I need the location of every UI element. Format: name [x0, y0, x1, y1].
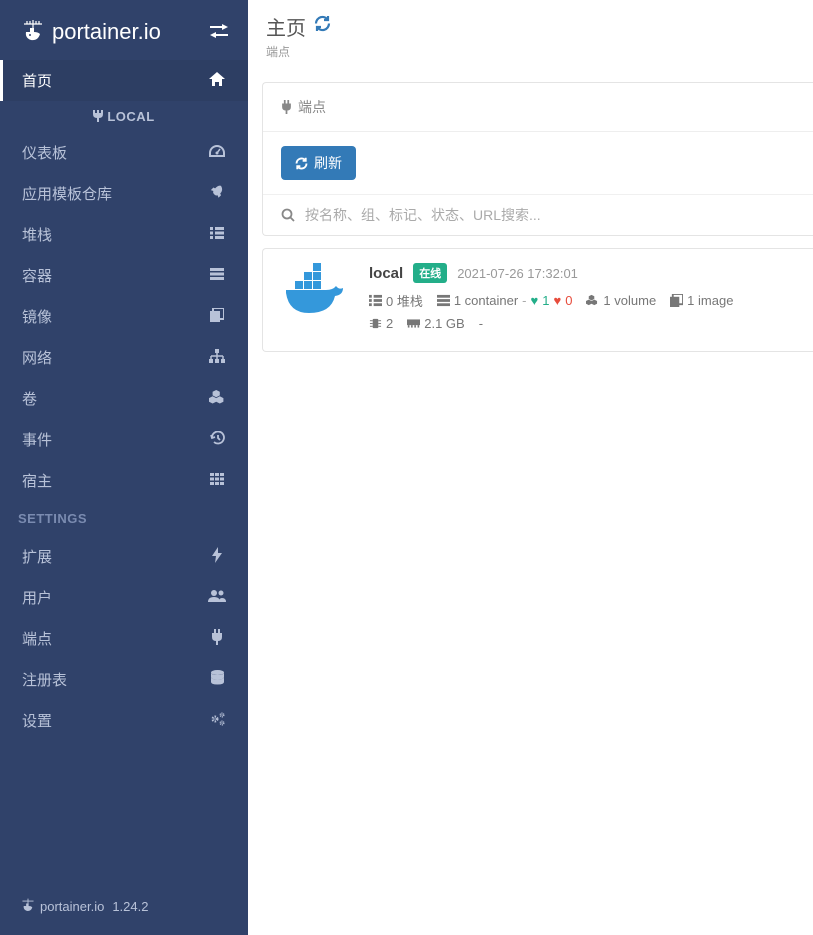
sidebar-section-local: LOCAL — [0, 101, 248, 132]
database-icon — [208, 670, 226, 689]
history-icon — [208, 431, 226, 449]
endpoints-panel: 端点 刷新 — [262, 82, 813, 236]
stat-cpus: 2 — [369, 316, 393, 331]
plug-icon — [208, 629, 226, 649]
cogs-icon — [208, 712, 226, 730]
sidebar-item-label: 网络 — [22, 347, 52, 368]
sidebar-item-images[interactable]: 镜像 — [0, 296, 248, 337]
sidebar-item-label: 注册表 — [22, 669, 67, 690]
bolt-icon — [208, 547, 226, 567]
users-icon — [208, 589, 226, 606]
page-subtitle: 端点 — [266, 43, 795, 60]
search-row — [263, 194, 813, 235]
th-icon — [208, 472, 226, 489]
panel-title: 端点 — [298, 97, 326, 117]
stat-containers: 1 container - ♥1 ♥0 — [437, 293, 573, 308]
footer-logo[interactable]: portainer.io — [20, 897, 104, 915]
sidebar-item-host[interactable]: 宿主 — [0, 460, 248, 501]
sidebar-item-label: 镜像 — [22, 306, 52, 327]
page-header: 主页 端点 — [248, 0, 813, 68]
sidebar-item-label: 扩展 — [22, 546, 52, 567]
sidebar-item-containers[interactable]: 容器 — [0, 255, 248, 296]
status-badge: 在线 — [413, 263, 447, 283]
memory-icon — [407, 317, 420, 330]
rocket-icon — [208, 185, 226, 203]
endpoint-timestamp: 2021-07-26 17:32:01 — [457, 266, 578, 281]
sidebar-item-label: 端点 — [22, 628, 52, 649]
sidebar-item-events[interactable]: 事件 — [0, 419, 248, 460]
heartbeat-healthy-icon: ♥ — [531, 293, 539, 308]
sidebar-item-label: 容器 — [22, 265, 52, 286]
stat-extra: - — [479, 316, 483, 331]
sidebar-item-label: 设置 — [22, 710, 52, 731]
panel-body: 刷新 — [263, 132, 813, 194]
sidebar-header: portainer.io — [0, 0, 248, 60]
sidebar-item-label: 应用模板仓库 — [22, 183, 112, 204]
sidebar-item-label: 事件 — [22, 429, 52, 450]
refresh-icon — [295, 157, 308, 170]
sidebar: portainer.io 首页 LOCAL 仪表板 应用模板仓库 堆栈 容器 — [0, 0, 248, 935]
sidebar-item-settings[interactable]: 设置 — [0, 700, 248, 741]
stat-stacks: 0 堆栈 — [369, 291, 423, 310]
cubes-icon — [208, 390, 226, 408]
endpoint-info: local 在线 2021-07-26 17:32:01 0 堆栈 1 cont… — [369, 263, 795, 337]
endpoint-stats-row-2: 2 2.1 GB - — [369, 316, 795, 331]
endpoint-card[interactable]: local 在线 2021-07-26 17:32:01 0 堆栈 1 cont… — [262, 248, 813, 352]
page-title: 主页 — [266, 12, 795, 41]
heartbeat-unhealthy-icon: ♥ — [553, 293, 561, 308]
portainer-icon-small — [20, 897, 36, 915]
plug-icon — [93, 110, 103, 122]
sidebar-item-label: 堆栈 — [22, 224, 52, 245]
server-icon — [208, 267, 226, 284]
brand-logo[interactable]: portainer.io — [20, 18, 161, 46]
refresh-button[interactable]: 刷新 — [281, 146, 356, 180]
stat-volumes: 1 volume — [586, 293, 656, 308]
microchip-icon — [369, 317, 382, 330]
list-icon — [208, 226, 226, 243]
docker-logo-icon — [281, 263, 351, 323]
home-icon — [208, 72, 226, 90]
clone-icon — [208, 308, 226, 326]
stat-images: 1 image — [670, 293, 733, 308]
portainer-icon — [20, 18, 46, 46]
brand-text: portainer.io — [52, 19, 161, 45]
endpoint-stats-row-1: 0 堆栈 1 container - ♥1 ♥0 1 volume 1 imag… — [369, 291, 795, 310]
sitemap-icon — [208, 349, 226, 367]
search-input[interactable] — [305, 207, 795, 223]
sidebar-item-label: 宿主 — [22, 470, 52, 491]
sidebar-item-extensions[interactable]: 扩展 — [0, 536, 248, 577]
sidebar-item-registries[interactable]: 注册表 — [0, 659, 248, 700]
search-icon — [281, 208, 295, 222]
version-text: 1.24.2 — [112, 899, 148, 914]
sidebar-toggle-icon[interactable] — [210, 24, 228, 41]
sidebar-item-label: 用户 — [22, 587, 52, 608]
sidebar-item-label: 首页 — [22, 70, 52, 91]
sidebar-section-settings: SETTINGS — [0, 501, 248, 536]
sidebar-item-networks[interactable]: 网络 — [0, 337, 248, 378]
stat-memory: 2.1 GB — [407, 316, 464, 331]
sidebar-item-stacks[interactable]: 堆栈 — [0, 214, 248, 255]
main-content: 主页 端点 端点 刷新 — [248, 0, 813, 935]
endpoint-name: local — [369, 265, 403, 282]
sidebar-item-app-templates[interactable]: 应用模板仓库 — [0, 173, 248, 214]
sidebar-item-users[interactable]: 用户 — [0, 577, 248, 618]
sidebar-item-dashboard[interactable]: 仪表板 — [0, 132, 248, 173]
dashboard-icon — [208, 144, 226, 161]
plug-icon — [281, 100, 292, 114]
sidebar-item-home[interactable]: 首页 — [0, 60, 248, 101]
panel-header: 端点 — [263, 83, 813, 132]
sidebar-item-endpoints[interactable]: 端点 — [0, 618, 248, 659]
endpoint-title-row: local 在线 2021-07-26 17:32:01 — [369, 263, 795, 283]
sidebar-item-label: 仪表板 — [22, 142, 67, 163]
refresh-icon[interactable] — [314, 15, 331, 38]
sidebar-item-volumes[interactable]: 卷 — [0, 378, 248, 419]
sidebar-footer: portainer.io 1.24.2 — [0, 883, 248, 935]
sidebar-item-label: 卷 — [22, 388, 37, 409]
